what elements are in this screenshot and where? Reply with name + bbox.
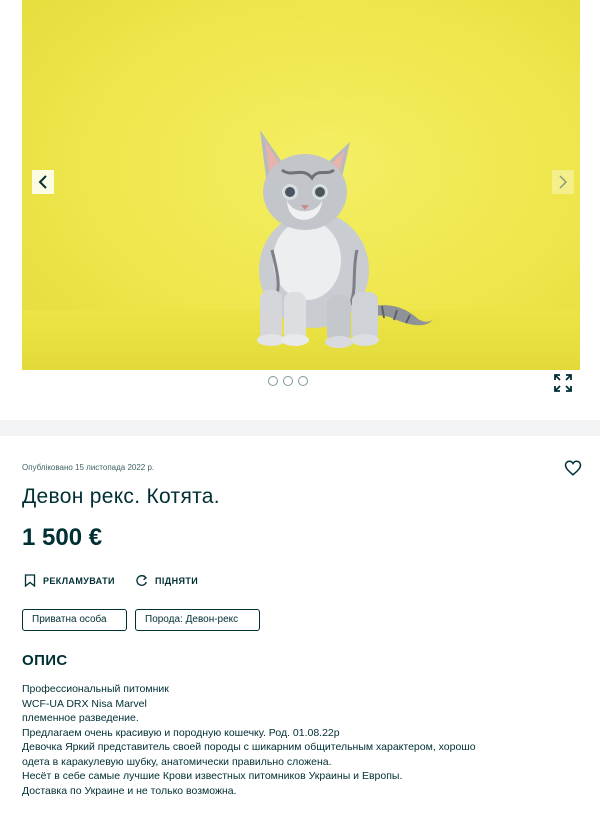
- description-line: Девочка Яркий представитель своей породы…: [22, 741, 476, 753]
- chevron-right-icon: [559, 175, 568, 189]
- pagination-dot[interactable]: [268, 376, 278, 386]
- kitten-image: [257, 130, 434, 348]
- description-line: одета в каракулевую шубку, анатомически …: [22, 755, 332, 768]
- listing-title: Девон рекс. Котята.: [22, 485, 220, 508]
- promote-button[interactable]: РЕКЛАМУВАТИ: [24, 574, 115, 587]
- chevron-left-icon: [38, 175, 47, 189]
- description-line: Несёт в себе самые лучшие Крови известны…: [22, 770, 403, 782]
- description-text: Профессиональный питомник WCF-UA DRX Nis…: [22, 682, 582, 798]
- favorite-button[interactable]: [564, 459, 582, 477]
- photo-gallery: [0, 0, 600, 420]
- refresh-icon: [136, 575, 147, 586]
- description-line: Предлагаем очень красивую и породную кош…: [22, 726, 340, 739]
- pagination-dot[interactable]: [283, 376, 293, 386]
- fullscreen-button[interactable]: [553, 373, 573, 393]
- raise-button[interactable]: ПІДНЯТИ: [135, 574, 198, 587]
- prev-photo-button[interactable]: [32, 170, 54, 194]
- breed-tag[interactable]: Порода: Девон-рекс: [135, 609, 260, 631]
- description-line: племенное разведение.: [22, 712, 139, 724]
- expand-icon: [554, 374, 572, 392]
- listing-price: 1 500 €: [22, 524, 103, 551]
- raise-label: ПІДНЯТИ: [155, 575, 199, 586]
- next-photo-button[interactable]: [552, 170, 574, 194]
- photo-pagination-dots: [268, 376, 308, 386]
- description-line: WCF-UA DRX Nisa Marvel: [22, 697, 147, 710]
- bookmark-icon: [24, 574, 36, 587]
- heart-icon: [564, 460, 582, 476]
- pagination-dot[interactable]: [298, 376, 308, 386]
- seller-type-tag[interactable]: Приватна особа: [22, 609, 127, 631]
- description-line: Профессиональный питомник: [22, 683, 169, 695]
- listing-photo[interactable]: [22, 0, 580, 370]
- promote-label: РЕКЛАМУВАТИ: [43, 575, 115, 586]
- description-heading: ОПИС: [22, 652, 68, 669]
- published-date: Опубліковано 15 листопада 2022 р.: [22, 463, 155, 472]
- description-line: Доставка по Украине и не только возможна…: [22, 784, 237, 797]
